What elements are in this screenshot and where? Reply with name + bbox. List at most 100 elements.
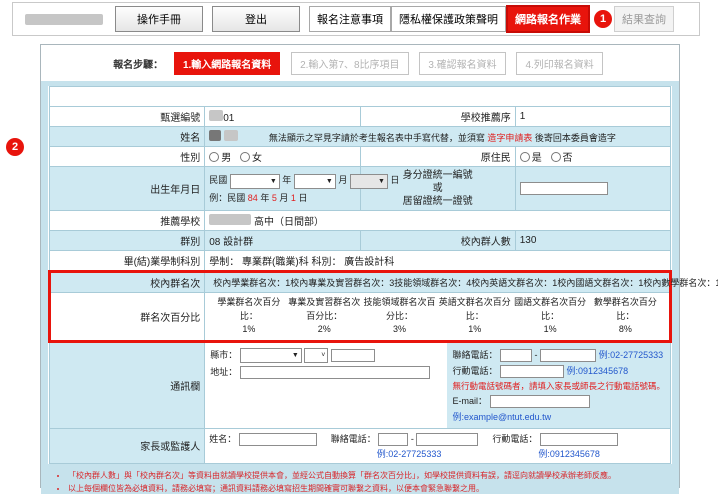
table-row: 姓名 無法顯示之罕見字請於考生報名表中手寫代替，並須寫 造字申請表 後寄回本委員… bbox=[50, 127, 671, 147]
native-label: 原住民 bbox=[360, 147, 515, 167]
rank-item: 校內英語文群名次：1 bbox=[471, 276, 557, 289]
birth-label: 出生年月日 bbox=[50, 167, 205, 211]
manual-button[interactable]: 操作手冊 bbox=[115, 6, 203, 32]
form-panel: 1.輸入網路報名資料 甄選編號 01 學校推薦序 1 姓名 無法顯示之罕見字請於… bbox=[41, 81, 679, 494]
native-yes-radio[interactable] bbox=[520, 152, 530, 162]
guardian-name-label: 姓名： bbox=[209, 434, 236, 444]
step-2-ranking-items: 2.輸入第7、8比序項目 bbox=[291, 52, 408, 75]
chevron-down-icon: ▼ bbox=[270, 178, 277, 185]
percent-item: 數學群名次百分比：8% bbox=[588, 296, 663, 337]
phone-number-input[interactable] bbox=[540, 349, 596, 362]
group-label: 群別 bbox=[50, 231, 205, 251]
native-no-label: 否 bbox=[563, 153, 573, 164]
sex-male-label: 男 bbox=[221, 153, 231, 164]
sex-female-label: 女 bbox=[252, 153, 262, 164]
guardian-mobile-input[interactable] bbox=[540, 433, 618, 446]
redacted-text bbox=[224, 130, 238, 141]
phone-label: 聯絡電話： bbox=[452, 350, 497, 360]
guardian-label: 家長或監護人 bbox=[50, 428, 205, 463]
step-bar: 報名步驟： 1.輸入網路報名資料 2.輸入第7、8比序項目 3.確認報名資料 4… bbox=[41, 45, 679, 81]
birth-year-unit: 年 bbox=[282, 175, 291, 185]
tab-result-query[interactable]: 結果查詢 bbox=[614, 6, 674, 32]
degree-label: 畢(結)業學制科別 bbox=[50, 251, 205, 272]
note-item: 以上每個欄位皆為必填資料，請務必填寫；通訊資料請務必填寫招生期間確實可聯繫之資料… bbox=[68, 483, 672, 494]
birth-month-unit: 月 bbox=[338, 175, 347, 185]
step-1-enter-data[interactable]: 1.輸入網路報名資料 bbox=[174, 52, 280, 75]
step-3-confirm-data: 3.確認報名資料 bbox=[419, 52, 505, 75]
table-row: 性別 男 女 原住民 是 否 bbox=[50, 147, 671, 167]
mobile-example: 例:0912345678 bbox=[567, 366, 629, 376]
birth-day-select[interactable]: ▼ bbox=[350, 174, 388, 189]
rank-item: 校內數學群名次：11 bbox=[643, 276, 718, 289]
sex-female-radio[interactable] bbox=[240, 152, 250, 162]
registration-form-container: 報名步驟： 1.輸入網路報名資料 2.輸入第7、8比序項目 3.確認報名資料 4… bbox=[40, 44, 680, 488]
top-toolbar: 操作手冊 登出 報名注意事項 隱私權保護政策聲明 網路報名作業 1 結果查詢 bbox=[12, 2, 700, 36]
id-number-input[interactable] bbox=[520, 182, 608, 195]
guardian-cell: 姓名： 聯絡電話： - bbox=[205, 428, 671, 463]
guardian-phone-example: 例:02-27725333 bbox=[331, 447, 479, 460]
birth-era-label: 民國 bbox=[209, 175, 227, 185]
degree-value: 學制： 專業群(職業)科 科別： 廣告設計科 bbox=[205, 251, 671, 272]
steps-label: 報名步驟： bbox=[113, 60, 163, 71]
address-label: 地址： bbox=[210, 367, 237, 377]
chevron-down-icon: ▼ bbox=[326, 178, 333, 185]
table-row: 群別 08 設計群 校內群人數 130 bbox=[50, 231, 671, 251]
instruction-notes: 「校內群人數」與「校內群名次」等資料由就讀學校提供本會，並經公式自動換算「群名次… bbox=[48, 470, 672, 494]
birth-year-select[interactable]: ▼ bbox=[230, 174, 280, 189]
note-item: 「校內群人數」與「校內群名次」等資料由就讀學校提供本會，並經公式自動換算「群名次… bbox=[68, 470, 672, 482]
email-input[interactable] bbox=[490, 395, 590, 408]
email-label: E-mail： bbox=[452, 396, 487, 406]
birth-cell: 民國 ▼ 年 ▼ 月 ▼ 日 例：民國 84 年 5 bbox=[205, 167, 360, 211]
rank-item: 技能領域群名次：4 bbox=[394, 276, 471, 289]
address-input[interactable] bbox=[240, 366, 430, 379]
guardian-mobile-group: 行動電話： 例:0912345678 bbox=[492, 431, 618, 461]
percents-label: 群名次百分比 bbox=[50, 293, 205, 342]
ranks-values: 校內學業群名次：1 校內專業及實習群名次：3 技能領域群名次：4 校內英語文群名… bbox=[205, 272, 671, 293]
group-value: 08 設計群 bbox=[205, 231, 360, 251]
zip-input[interactable] bbox=[331, 349, 375, 362]
guardian-name-input[interactable] bbox=[239, 433, 317, 446]
tab-privacy-policy[interactable]: 隱私權保護政策聲明 bbox=[391, 6, 506, 32]
percent-item: 國語文群名次百分比：1% bbox=[512, 296, 587, 337]
guardian-phone-group: 聯絡電話： - 例:02-27725333 bbox=[331, 431, 479, 461]
mobile-note: 無行動電話號碼者，請填入家長或師長之行動電話號碼。 bbox=[452, 380, 665, 392]
recommend-school-label: 推薦學校 bbox=[50, 211, 205, 231]
step-4-print-data: 4.列印報名資料 bbox=[516, 52, 602, 75]
guardian-phone-label: 聯絡電話： bbox=[331, 434, 376, 444]
county-select[interactable]: ▼ bbox=[240, 348, 302, 363]
birth-day-unit: 日 bbox=[390, 175, 399, 185]
rank-item: 校內專業及實習群名次：3 bbox=[290, 276, 394, 289]
guardian-phone-number-input[interactable] bbox=[416, 433, 478, 446]
logout-button[interactable]: 登出 bbox=[212, 6, 300, 32]
birth-month-select[interactable]: ▼ bbox=[294, 174, 336, 189]
sex-male-radio[interactable] bbox=[209, 152, 219, 162]
native-no-radio[interactable] bbox=[551, 152, 561, 162]
birth-example: 例：民國 84 年 5 月 1 日 bbox=[209, 191, 355, 204]
mobile-label: 行動電話： bbox=[452, 366, 497, 376]
phone-area-input[interactable] bbox=[500, 349, 532, 362]
reg-no-value: 01 bbox=[205, 107, 360, 127]
contact-cell: 縣市： ▼ ˅ 地址： bbox=[205, 341, 671, 428]
annotation-badge-2: 2 bbox=[6, 138, 24, 156]
group-count-value: 130 bbox=[515, 231, 670, 251]
school-rank-label: 學校推薦序 bbox=[360, 107, 515, 127]
table-row: 出生年月日 民國 ▼ 年 ▼ 月 ▼ 日 例：民國 bbox=[50, 167, 671, 211]
percent-item: 技能領域群名次百分比：3% bbox=[362, 296, 437, 337]
tab-registration-notice[interactable]: 報名注意事項 bbox=[309, 6, 391, 32]
district-select[interactable]: ˅ bbox=[304, 348, 328, 363]
glyph-request-form-link[interactable]: 造字申請表 bbox=[487, 133, 532, 143]
name-cell: 無法顯示之罕見字請於考生報名表中手寫代替，並須寫 造字申請表 後寄回本委員會造字 bbox=[205, 127, 671, 147]
guardian-phone-area-input[interactable] bbox=[378, 433, 408, 446]
email-example: 例:example@ntut.edu.tw bbox=[452, 410, 665, 423]
redacted-username bbox=[25, 14, 103, 25]
redacted-name-char bbox=[209, 130, 221, 141]
tab-online-registration[interactable]: 網路報名作業 bbox=[506, 5, 590, 33]
mobile-input[interactable] bbox=[500, 365, 564, 378]
sex-options: 男 女 bbox=[205, 147, 360, 167]
school-rank-value: 1 bbox=[515, 107, 670, 127]
county-label: 縣市： bbox=[210, 350, 237, 360]
guardian-mobile-example: 例:0912345678 bbox=[492, 447, 618, 460]
redacted-text bbox=[209, 110, 223, 121]
chevron-down-icon: ˅ bbox=[321, 352, 325, 359]
chevron-down-icon: ▼ bbox=[292, 352, 299, 359]
